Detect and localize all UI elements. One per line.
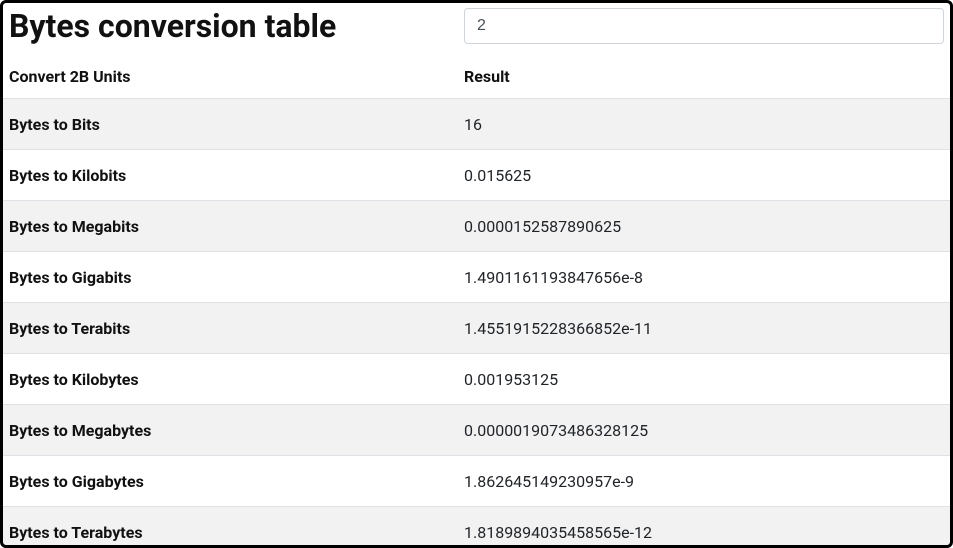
table-row: Bytes to Gigabits 1.4901161193847656e-8 [3, 252, 950, 303]
result-cell: 0.001953125 [458, 354, 950, 405]
table-row: Bytes to Bits 16 [3, 99, 950, 150]
table-row: Bytes to Kilobits 0.015625 [3, 150, 950, 201]
unit-cell: Bytes to Megabytes [3, 405, 458, 456]
input-wrap [464, 8, 944, 44]
result-cell: 1.862645149230957e-9 [458, 456, 950, 507]
unit-cell: Bytes to Gigabits [3, 252, 458, 303]
unit-cell: Bytes to Terabytes [3, 507, 458, 548]
conversion-panel: Bytes conversion table Convert 2B Units … [0, 0, 953, 548]
col-header-result: Result [458, 55, 950, 99]
result-cell: 1.4901161193847656e-8 [458, 252, 950, 303]
unit-cell: Bytes to Megabits [3, 201, 458, 252]
result-cell: 0.0000152587890625 [458, 201, 950, 252]
table-header-row: Convert 2B Units Result [3, 55, 950, 99]
unit-cell: Bytes to Terabits [3, 303, 458, 354]
col-header-unit: Convert 2B Units [3, 55, 458, 99]
result-cell: 0.015625 [458, 150, 950, 201]
result-cell: 1.4551915228366852e-11 [458, 303, 950, 354]
page-title: Bytes conversion table [9, 7, 464, 45]
table-row: Bytes to Terabytes 1.8189894035458565e-1… [3, 507, 950, 548]
unit-cell: Bytes to Kilobytes [3, 354, 458, 405]
value-input[interactable] [464, 8, 944, 44]
table-row: Bytes to Megabits 0.0000152587890625 [3, 201, 950, 252]
result-cell: 16 [458, 99, 950, 150]
result-cell: 1.8189894035458565e-12 [458, 507, 950, 548]
table-row: Bytes to Terabits 1.4551915228366852e-11 [3, 303, 950, 354]
table-row: Bytes to Megabytes 0.0000019073486328125 [3, 405, 950, 456]
header: Bytes conversion table [3, 3, 950, 55]
unit-cell: Bytes to Gigabytes [3, 456, 458, 507]
result-cell: 0.0000019073486328125 [458, 405, 950, 456]
table-row: Bytes to Gigabytes 1.862645149230957e-9 [3, 456, 950, 507]
table-row: Bytes to Kilobytes 0.001953125 [3, 354, 950, 405]
conversion-table: Convert 2B Units Result Bytes to Bits 16… [3, 55, 950, 548]
unit-cell: Bytes to Bits [3, 99, 458, 150]
unit-cell: Bytes to Kilobits [3, 150, 458, 201]
